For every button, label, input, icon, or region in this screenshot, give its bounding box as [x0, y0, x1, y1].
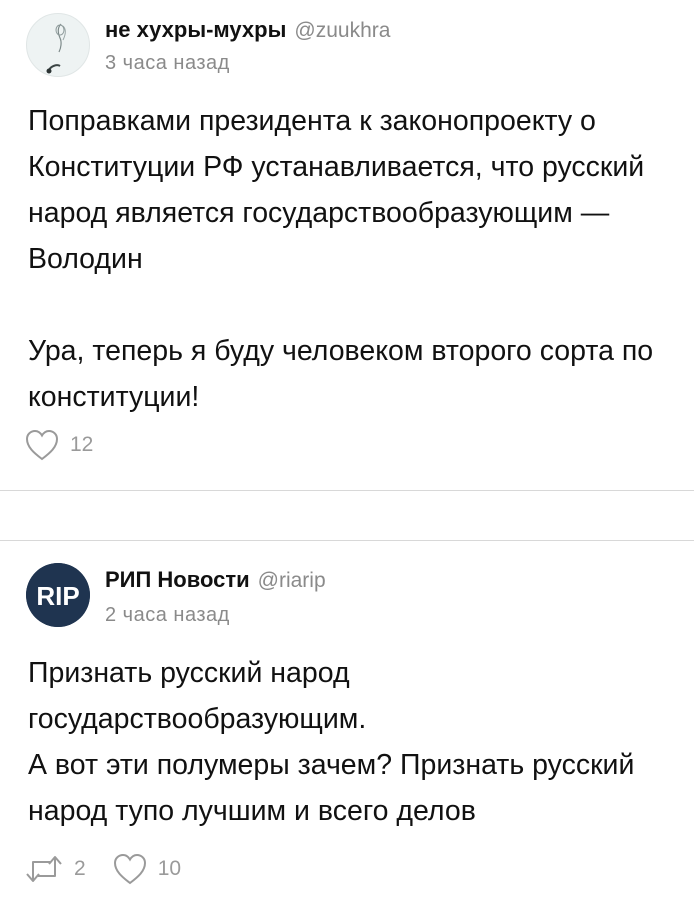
author-handle[interactable]: @riarip	[258, 569, 326, 592]
post-time: 3 часа назад	[105, 52, 230, 74]
like-count: 10	[157, 857, 182, 880]
post-time: 2 часа назад	[105, 604, 230, 626]
divider	[0, 490, 694, 491]
post-actions: 12	[24, 428, 119, 462]
like-button[interactable]: 12	[24, 428, 93, 462]
repost-count: 2	[74, 857, 86, 880]
post-text: Поправками президента к законопроекту о …	[28, 105, 654, 413]
author-line: РИП Новости @riarip	[105, 566, 326, 595]
avatar[interactable]	[26, 13, 90, 77]
avatar-text: RIP	[36, 581, 79, 611]
heart-icon	[25, 429, 59, 461]
author-name[interactable]: не хухры-мухры	[105, 17, 286, 42]
like-count: 12	[70, 433, 94, 456]
heart-icon	[113, 853, 146, 885]
author-name[interactable]: РИП Новости	[105, 567, 250, 592]
repost-icon	[26, 856, 62, 882]
divider	[0, 540, 694, 541]
like-button[interactable]: 10	[112, 852, 181, 886]
author-handle[interactable]: @zuukhra	[294, 19, 390, 42]
avatar[interactable]: RIP	[26, 563, 90, 627]
repost-button[interactable]: 2	[24, 854, 86, 884]
rip-logo-icon: RIP	[26, 563, 90, 627]
post-actions: 2 10	[24, 852, 207, 886]
post-text: Признать русский народ государствообразу…	[28, 657, 635, 827]
author-line: не хухры-мухры @zuukhra	[105, 16, 390, 45]
sketch-avatar-icon	[46, 23, 66, 74]
